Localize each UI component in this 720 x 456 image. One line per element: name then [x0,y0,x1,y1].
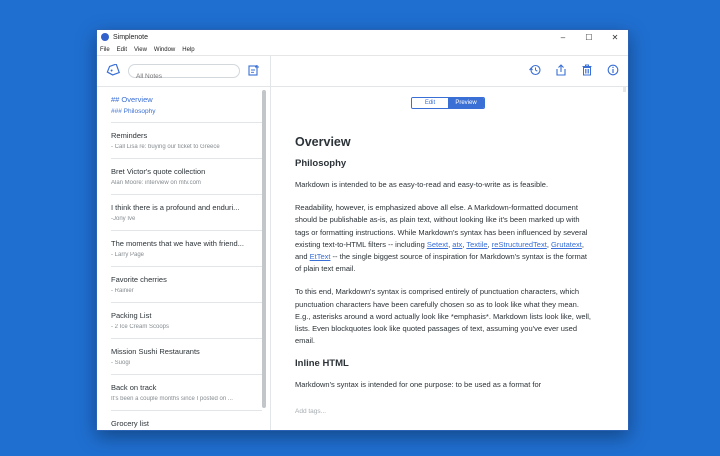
menu-view[interactable]: View [134,47,147,53]
note-title: The moments that we have with friend... [111,239,244,248]
editor-toolbar [271,56,628,86]
note-preview: ### Philosophy [111,108,156,115]
search-input[interactable] [136,73,232,80]
preview-paragraph: To this end, Markdown's syntax is compri… [295,287,591,346]
close-button[interactable]: ✕ [602,30,628,44]
preview-mode-button[interactable]: Preview [448,98,484,108]
link-grutatext[interactable]: Grutatext [551,240,582,249]
tag-icon[interactable] [106,64,120,76]
note-list-item[interactable]: The moments that we have with friend... … [111,231,262,267]
simplenote-logo-icon [101,33,109,41]
menu-window[interactable]: Window [154,47,175,53]
title-bar: Simplenote – ☐ ✕ [97,30,628,44]
note-editor: Edit Preview Overview Philosophy Markdow… [271,87,628,430]
menu-bar: File Edit View Window Help [97,44,628,56]
note-title: I think there is a profound and enduri..… [111,203,240,212]
edit-preview-toggle: Edit Preview [411,97,485,109]
link-ettext[interactable]: EtText [310,252,331,261]
note-list-item[interactable]: Back on track It's been a couple months … [111,375,262,411]
preview-heading-1: Overview [295,135,351,149]
note-list-item[interactable]: Mission Sushi Restaurants - Suogi [111,339,262,375]
note-list-item[interactable]: I think there is a profound and enduri..… [111,195,262,231]
link-textile[interactable]: Textile [466,240,487,249]
note-preview: -Jony Ive [111,216,136,222]
edit-mode-button[interactable]: Edit [412,98,448,108]
search-box[interactable] [128,64,240,80]
menu-help[interactable]: Help [182,47,194,53]
note-list-item[interactable]: Grocery list [111,411,262,430]
window-title: Simplenote [113,33,149,41]
note-preview: - Rainier [111,288,134,294]
list-toolbar [97,56,271,86]
link-restructuredtext[interactable]: reStructuredText [492,240,547,249]
preview-paragraph: Markdown is intended to be as easy-to-re… [295,180,549,189]
note-preview: - Call Lisa re: buying our ticket to Gre… [111,144,220,150]
simplenote-window: Simplenote – ☐ ✕ File Edit View Window H… [96,29,629,431]
preview-paragraph: Readability, however, is emphasized abov… [295,202,595,275]
note-title: Bret Victor's quote collection [111,167,206,176]
note-preview: It's been a couple months since I posted… [111,396,233,402]
note-preview: - Suogi [111,360,131,366]
preview-heading-3: Inline HTML [295,358,349,370]
minimize-button[interactable]: – [550,30,576,44]
note-list-item[interactable]: Packing List - 2 Ice Cream Scoops [111,303,262,339]
new-note-icon[interactable] [248,64,260,76]
note-title: ## Overview [111,95,153,104]
info-icon[interactable] [607,64,619,76]
maximize-button[interactable]: ☐ [576,30,602,44]
preview-heading-2: Philosophy [295,158,347,169]
trash-icon[interactable] [581,64,593,76]
menu-edit[interactable]: Edit [117,47,127,53]
share-icon[interactable] [555,64,567,76]
note-title: Back on track [111,383,157,392]
add-tags-input[interactable]: Add tags... [295,408,326,415]
history-icon[interactable] [529,64,541,76]
note-title: Packing List [111,311,152,320]
editor-scroll-indicator [623,86,626,92]
toolbar [97,56,628,87]
note-list-item[interactable]: Bret Victor's quote collection Alan Moor… [111,159,262,195]
note-title: Grocery list [111,419,149,428]
preview-paragraph: Markdown's syntax is intended for one pu… [295,380,542,390]
note-list-scrollbar[interactable] [262,90,266,408]
note-list: ## Overview ### Philosophy Reminders - C… [97,87,271,430]
note-list-item[interactable]: ## Overview ### Philosophy [111,87,262,123]
link-setext[interactable]: Setext [427,240,448,249]
link-atx[interactable]: atx [452,240,462,249]
note-title: Mission Sushi Restaurants [111,347,200,356]
note-preview: - 2 Ice Cream Scoops [111,324,170,330]
tags-bar: Add tags... [271,402,628,430]
menu-file[interactable]: File [100,47,110,53]
note-title: Reminders [111,131,148,140]
markdown-preview: Overview Philosophy Markdown is intended… [295,135,595,403]
note-preview: Alan Moore: interview on mtv.com [111,180,201,186]
paragraph-text: -- the single biggest source of inspirat… [295,252,587,274]
note-title: Favorite cherries [111,275,167,284]
note-list-item[interactable]: Reminders - Call Lisa re: buying our tic… [111,123,262,159]
note-list-item[interactable]: Favorite cherries - Rainier [111,267,262,303]
note-preview: - Larry Page [111,252,145,258]
